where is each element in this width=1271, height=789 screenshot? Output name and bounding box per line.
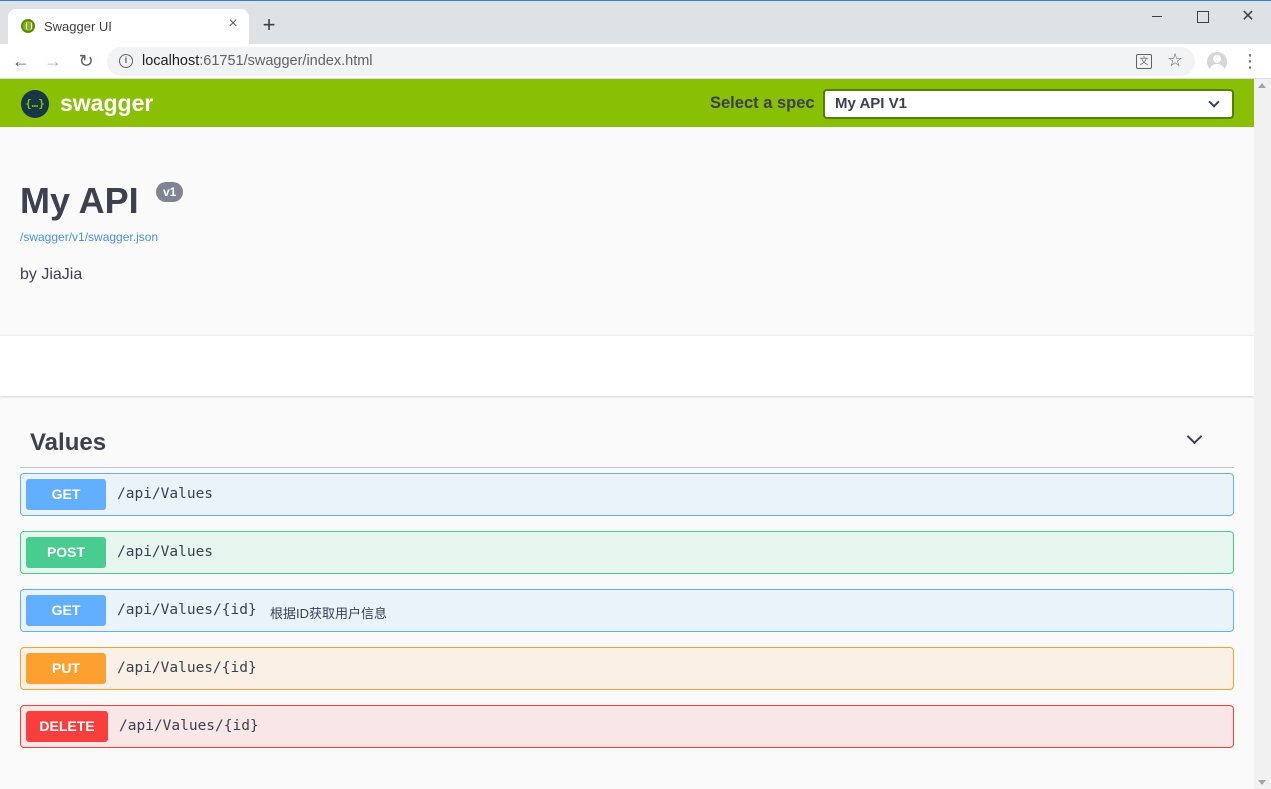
operation-path: /api/Values xyxy=(117,486,214,502)
chevron-down-icon xyxy=(1208,96,1220,108)
browser-menu-icon[interactable]: ⋮ xyxy=(1241,50,1259,72)
scheme-container xyxy=(0,335,1254,396)
method-badge: PUT xyxy=(26,653,106,684)
swagger-brand[interactable]: swagger xyxy=(60,90,153,117)
method-badge: POST xyxy=(26,537,106,568)
swagger-logo-icon[interactable]: {…} xyxy=(21,90,49,118)
operation-put-value-by-id[interactable]: PUT /api/Values/{id} xyxy=(20,647,1234,690)
method-badge: GET xyxy=(26,595,106,626)
bookmark-star-icon[interactable]: ☆ xyxy=(1167,50,1183,71)
operation-post-values[interactable]: POST /api/Values xyxy=(20,531,1234,574)
method-badge: DELETE xyxy=(26,711,108,742)
spec-url-link[interactable]: /swagger/v1/swagger.json xyxy=(20,230,158,244)
window-close-button[interactable]: ✕ xyxy=(1233,7,1263,27)
select-spec-label: Select a spec xyxy=(710,94,815,112)
scroll-down-arrow-icon[interactable] xyxy=(1258,780,1266,785)
api-title: My API xyxy=(20,180,139,221)
swagger-page: {…} swagger Select a spec My API V1 My A… xyxy=(0,79,1254,789)
reload-icon[interactable]: ↻ xyxy=(74,49,98,73)
tag-section-title[interactable]: Values xyxy=(30,429,106,457)
browser-tab-strip: Swagger UI × + ✕ xyxy=(0,0,1271,45)
site-info-icon[interactable]: i xyxy=(119,54,133,68)
tab-close-icon[interactable]: × xyxy=(224,15,242,33)
operation-get-values[interactable]: GET /api/Values xyxy=(20,473,1234,516)
window-minimize-button[interactable] xyxy=(1142,7,1172,27)
scroll-up-arrow-icon[interactable] xyxy=(1258,83,1266,88)
operation-delete-value-by-id[interactable]: DELETE /api/Values/{id} xyxy=(20,705,1234,748)
page-scrollbar[interactable] xyxy=(1254,79,1271,789)
new-tab-button[interactable]: + xyxy=(258,14,280,36)
address-bar-url[interactable]: localhost:61751/swagger/index.html xyxy=(142,53,373,69)
operations-list: GET /api/Values POST /api/Values GET /ap… xyxy=(20,473,1234,763)
url-path: :61751/swagger/index.html xyxy=(199,53,373,69)
translate-icon[interactable]: 文 xyxy=(1136,54,1152,69)
operation-path: /api/Values xyxy=(117,544,214,560)
tag-section-header[interactable]: Values xyxy=(20,419,1234,468)
browser-toolbar: ← → ↻ i localhost:61751/swagger/index.ht… xyxy=(0,44,1271,79)
profile-avatar-icon[interactable] xyxy=(1207,52,1227,72)
section-collapse-chevron-icon[interactable] xyxy=(1186,428,1203,445)
operation-path: /api/Values/{id} xyxy=(119,718,259,734)
operation-summary: 根据ID获取用户信息 xyxy=(270,606,388,621)
method-badge: GET xyxy=(26,479,106,510)
version-badge: v1 xyxy=(156,182,184,202)
tab-title: Swagger UI xyxy=(44,19,112,34)
api-description: by JiaJia xyxy=(20,266,83,283)
api-info: My API v1 /swagger/v1/swagger.json by Ji… xyxy=(0,127,1254,335)
spec-select-value: My API V1 xyxy=(835,95,907,112)
operation-path: /api/Values/{id} xyxy=(117,660,257,676)
address-bar[interactable]: i localhost:61751/swagger/index.html 文 ☆ xyxy=(107,47,1195,76)
back-arrow-icon[interactable]: ← xyxy=(9,49,33,73)
swagger-topbar: {…} swagger Select a spec My API V1 xyxy=(0,79,1254,127)
spec-select[interactable]: My API V1 xyxy=(823,89,1234,119)
operation-get-value-by-id[interactable]: GET /api/Values/{id} 根据ID获取用户信息 xyxy=(20,589,1234,632)
forward-arrow-icon[interactable]: → xyxy=(41,49,65,73)
window-maximize-button[interactable] xyxy=(1187,7,1217,27)
browser-tab[interactable]: Swagger UI × xyxy=(8,9,249,45)
url-host: localhost xyxy=(142,53,200,69)
swagger-favicon-icon xyxy=(21,19,35,33)
operation-path: /api/Values/{id} xyxy=(117,602,257,618)
